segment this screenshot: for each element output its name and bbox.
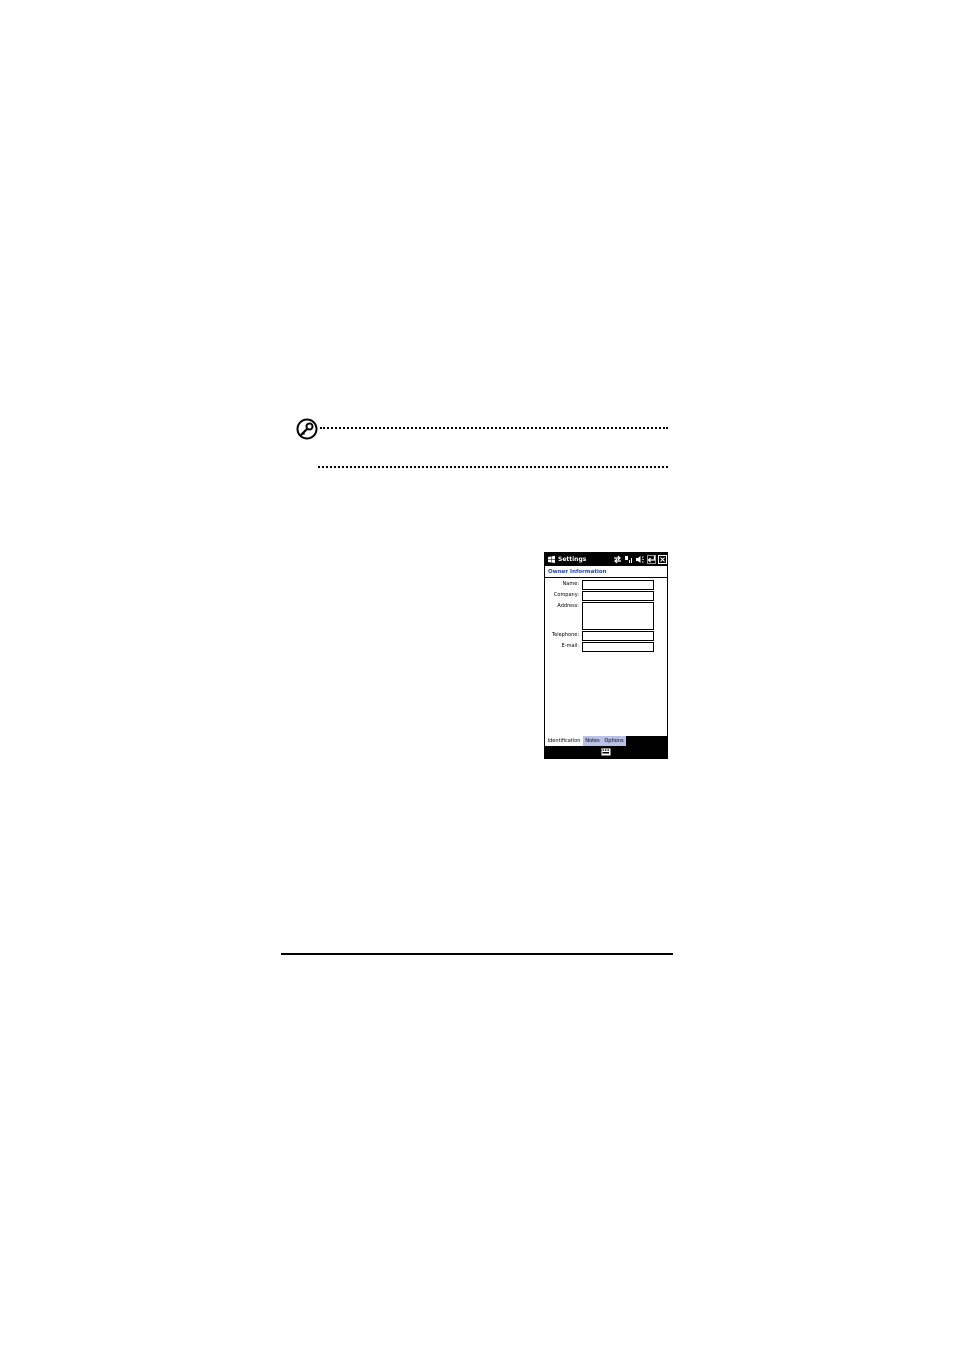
tab-notes[interactable]: Notes bbox=[583, 736, 602, 746]
name-field[interactable] bbox=[582, 580, 654, 590]
telephone-field[interactable] bbox=[582, 631, 654, 641]
soft-key-bar bbox=[545, 746, 667, 758]
speaker-icon[interactable] bbox=[635, 555, 644, 564]
close-box-icon[interactable] bbox=[658, 555, 667, 564]
owner-information-screen: Owner Information Name: Company: Address… bbox=[545, 566, 667, 736]
address-label: Address: bbox=[557, 603, 579, 609]
key-note-icon bbox=[296, 418, 318, 440]
company-field[interactable] bbox=[582, 591, 654, 601]
note-top-divider bbox=[320, 427, 668, 429]
email-field[interactable] bbox=[582, 642, 654, 652]
tab-bar: Identification Notes Options bbox=[545, 736, 667, 746]
app-title: Settings bbox=[558, 556, 587, 563]
status-bar: Settings bbox=[545, 553, 667, 566]
email-label: E-mail: bbox=[561, 643, 579, 649]
connectivity-arrows-icon[interactable] bbox=[613, 555, 622, 564]
note-bottom-divider bbox=[318, 466, 668, 468]
title-divider bbox=[545, 577, 667, 578]
windows-flag-icon[interactable] bbox=[547, 555, 556, 564]
section-title: Owner Information bbox=[548, 569, 607, 575]
ok-enter-icon[interactable] bbox=[647, 555, 656, 564]
signal-icon[interactable] bbox=[624, 555, 633, 564]
company-label: Company: bbox=[553, 592, 579, 598]
tab-identification[interactable]: Identification bbox=[545, 736, 583, 746]
telephone-label: Telephone: bbox=[551, 632, 579, 638]
device-screenshot: Settings Owner Information Name: Company… bbox=[544, 552, 668, 759]
name-label: Name: bbox=[562, 581, 579, 587]
tab-options[interactable]: Options bbox=[602, 736, 626, 746]
keyboard-icon[interactable] bbox=[601, 748, 611, 756]
footer-divider bbox=[281, 953, 673, 955]
address-field[interactable] bbox=[582, 602, 654, 630]
